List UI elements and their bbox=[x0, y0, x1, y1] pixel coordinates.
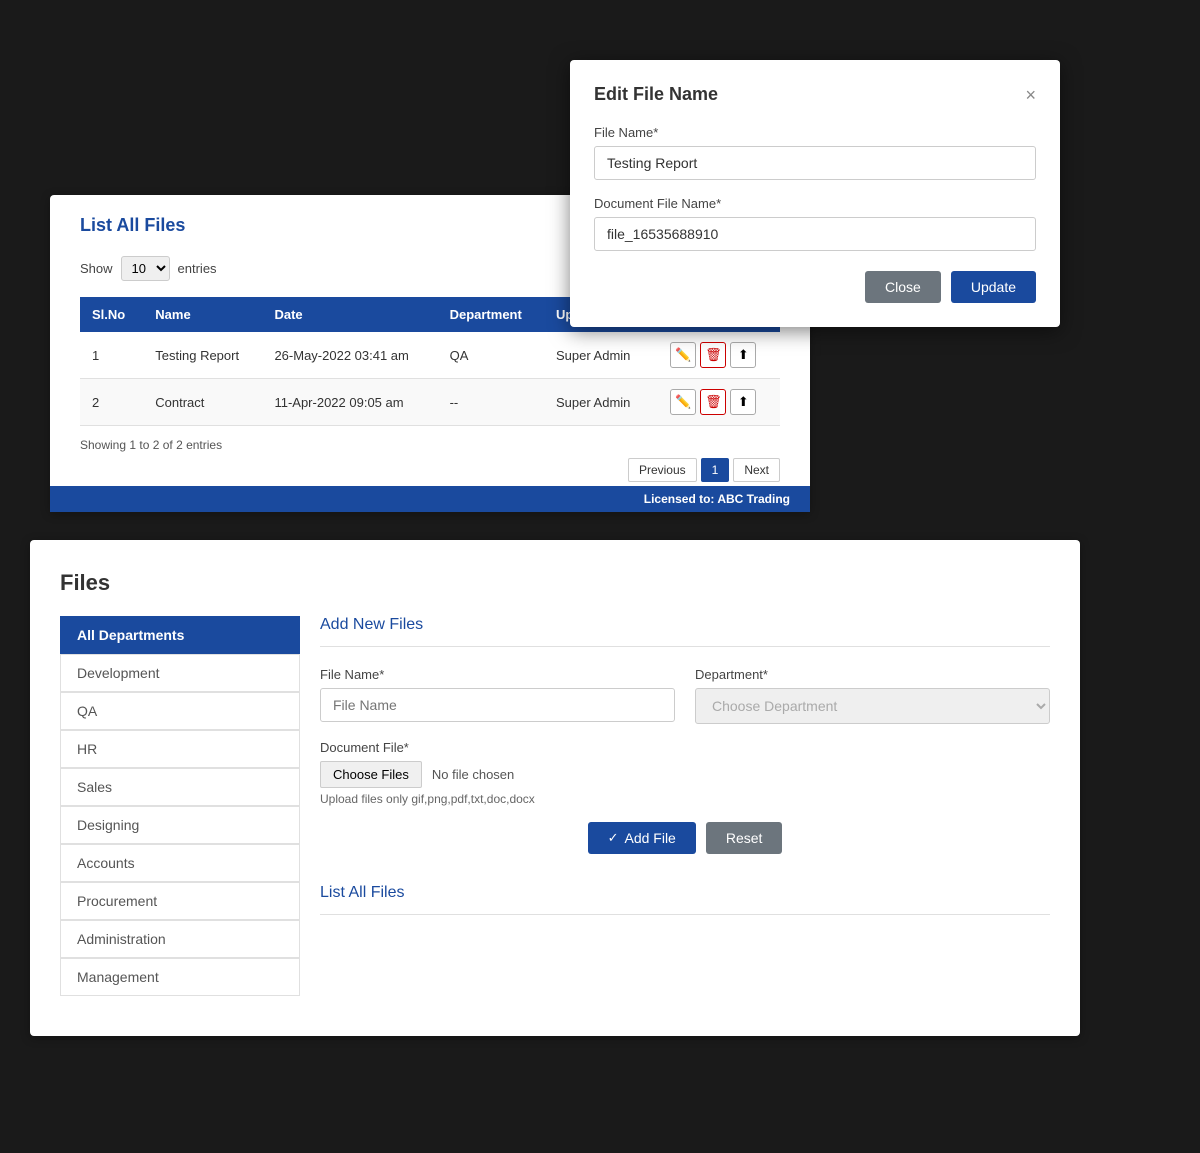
modal-file-name-label: File Name* bbox=[594, 125, 1036, 140]
choose-files-button[interactable]: Choose Files bbox=[320, 761, 422, 788]
col-name: Name bbox=[143, 297, 262, 332]
cell-uploader: Super Admin bbox=[544, 332, 658, 379]
licensed-bar: Licensed to: ABC Trading bbox=[50, 486, 810, 512]
no-file-text: No file chosen bbox=[432, 767, 514, 782]
sidebar-item-development[interactable]: Development bbox=[60, 654, 300, 692]
modal-title: Edit File Name bbox=[594, 84, 718, 105]
sidebar-item-hr[interactable]: HR bbox=[60, 730, 300, 768]
modal-doc-file-name-label: Document File Name* bbox=[594, 196, 1036, 211]
upload-icon[interactable]: ⬆ bbox=[730, 342, 756, 368]
edit-icon[interactable]: ✏️ bbox=[670, 389, 696, 415]
list-all-title: List All Files bbox=[320, 884, 1050, 915]
next-button[interactable]: Next bbox=[733, 458, 780, 482]
cell-date: 11-Apr-2022 09:05 am bbox=[262, 379, 437, 426]
modal-doc-file-name-group: Document File Name* bbox=[594, 196, 1036, 251]
sidebar-item-sales[interactable]: Sales bbox=[60, 768, 300, 806]
add-new-title: Add New Files bbox=[320, 616, 1050, 647]
delete-icon[interactable]: 🗑 bbox=[700, 342, 726, 368]
modal-file-name-input[interactable] bbox=[594, 146, 1036, 180]
sidebar-item-all-departments[interactable]: All Departments bbox=[60, 616, 300, 654]
table-row: 1 Testing Report 26-May-2022 03:41 am QA… bbox=[80, 332, 780, 379]
cell-actions: ✏️ 🗑 ⬆ bbox=[658, 332, 780, 379]
col-dept: Department bbox=[438, 297, 544, 332]
doc-file-section: Document File* Choose Files No file chos… bbox=[320, 740, 1050, 806]
cell-dept: -- bbox=[438, 379, 544, 426]
modal-close-button[interactable]: × bbox=[1025, 86, 1036, 104]
cell-uploader: Super Admin bbox=[544, 379, 658, 426]
checkmark-icon: ✓ bbox=[608, 830, 619, 846]
bottom-panel: Files All Departments Development QA HR … bbox=[30, 540, 1080, 1036]
col-date: Date bbox=[262, 297, 437, 332]
cell-slno: 1 bbox=[80, 332, 143, 379]
delete-icon[interactable]: 🗑 bbox=[700, 389, 726, 415]
sidebar-item-management[interactable]: Management bbox=[60, 958, 300, 996]
files-title: Files bbox=[60, 570, 1050, 596]
pagination: Previous 1 Next bbox=[80, 458, 780, 482]
file-hint: Upload files only gif,png,pdf,txt,doc,do… bbox=[320, 792, 1050, 806]
file-name-input[interactable] bbox=[320, 688, 675, 722]
file-name-group: File Name* bbox=[320, 667, 675, 724]
file-name-label: File Name* bbox=[320, 667, 675, 682]
modal-doc-file-name-input[interactable] bbox=[594, 217, 1036, 251]
cell-name: Contract bbox=[143, 379, 262, 426]
cell-slno: 2 bbox=[80, 379, 143, 426]
cell-name: Testing Report bbox=[143, 332, 262, 379]
reset-button[interactable]: Reset bbox=[706, 822, 783, 854]
edit-file-modal: Edit File Name × File Name* Document Fil… bbox=[570, 60, 1060, 327]
department-select[interactable]: Choose Department bbox=[695, 688, 1050, 724]
modal-footer: Close Update bbox=[594, 271, 1036, 303]
col-slno: Sl.No bbox=[80, 297, 143, 332]
sidebar-item-qa[interactable]: QA bbox=[60, 692, 300, 730]
edit-icon[interactable]: ✏️ bbox=[670, 342, 696, 368]
prev-button[interactable]: Previous bbox=[628, 458, 697, 482]
cell-actions: ✏️ 🗑 ⬆ bbox=[658, 379, 780, 426]
cell-dept: QA bbox=[438, 332, 544, 379]
table-info: Showing 1 to 2 of 2 entries bbox=[80, 438, 780, 452]
cell-date: 26-May-2022 03:41 am bbox=[262, 332, 437, 379]
main-content: Add New Files File Name* Department* Cho… bbox=[320, 616, 1050, 996]
sidebar-item-designing[interactable]: Designing bbox=[60, 806, 300, 844]
sidebar-item-accounts[interactable]: Accounts bbox=[60, 844, 300, 882]
show-entries: Show 10 entries bbox=[80, 256, 217, 281]
sidebar-item-administration[interactable]: Administration bbox=[60, 920, 300, 958]
department-label: Department* bbox=[695, 667, 1050, 682]
modal-close-btn[interactable]: Close bbox=[865, 271, 941, 303]
table-row: 2 Contract 11-Apr-2022 09:05 am -- Super… bbox=[80, 379, 780, 426]
add-file-button[interactable]: ✓ Add File bbox=[588, 822, 696, 854]
modal-file-name-group: File Name* bbox=[594, 125, 1036, 180]
modal-update-btn[interactable]: Update bbox=[951, 271, 1036, 303]
department-group: Department* Choose Department bbox=[695, 667, 1050, 724]
page-1-button[interactable]: 1 bbox=[701, 458, 730, 482]
upload-icon[interactable]: ⬆ bbox=[730, 389, 756, 415]
sidebar-item-procurement[interactable]: Procurement bbox=[60, 882, 300, 920]
doc-file-label: Document File* bbox=[320, 740, 1050, 755]
sidebar: All Departments Development QA HR Sales … bbox=[60, 616, 300, 996]
modal-header: Edit File Name × bbox=[594, 84, 1036, 105]
entries-select[interactable]: 10 bbox=[121, 256, 170, 281]
